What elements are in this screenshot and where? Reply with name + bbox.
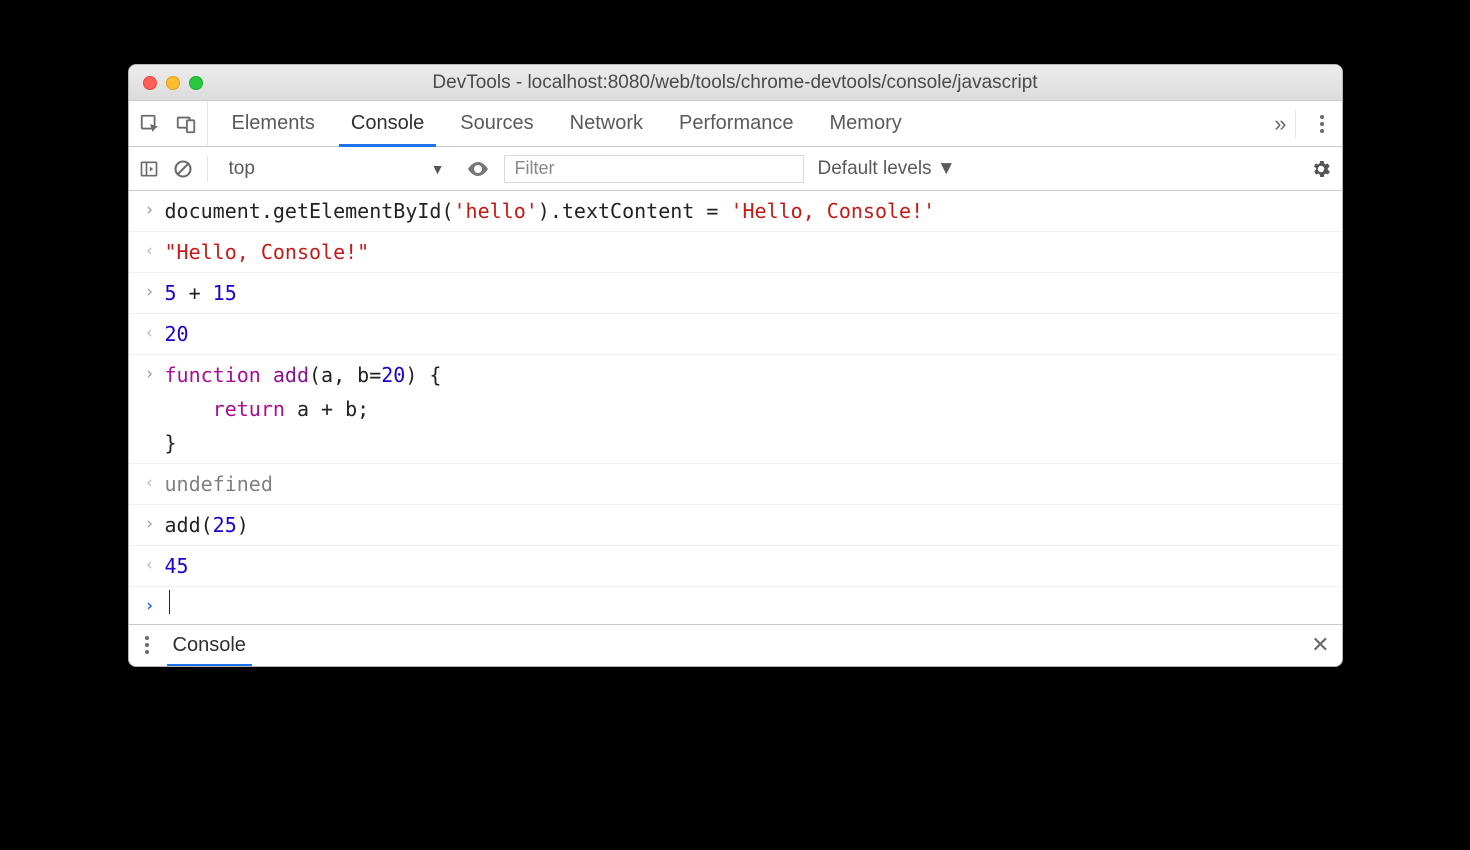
console-settings-icon[interactable] bbox=[1310, 158, 1332, 180]
input-marker-icon: › bbox=[139, 508, 161, 539]
tabs-overflow-button[interactable]: » bbox=[1274, 101, 1288, 146]
drawer-more-button[interactable] bbox=[141, 636, 153, 654]
tab-sources[interactable]: Sources bbox=[442, 101, 551, 146]
code-text: 5 + 15 bbox=[161, 276, 237, 310]
input-marker-icon: › bbox=[139, 276, 161, 307]
filter-placeholder: Filter bbox=[515, 158, 555, 179]
live-expression-icon[interactable] bbox=[466, 157, 490, 181]
console-output-row: ‹undefined bbox=[129, 464, 1342, 505]
log-levels-selector[interactable]: Default levels ▼ bbox=[818, 158, 956, 180]
console-output-row: ‹45 bbox=[129, 546, 1342, 587]
divider bbox=[1295, 109, 1296, 138]
console-output-row: ‹"Hello, Console!" bbox=[129, 232, 1342, 273]
console-input-row: ›function add(a, b=20) { return a + b; } bbox=[129, 355, 1342, 464]
window-title: DevTools - localhost:8080/web/tools/chro… bbox=[129, 72, 1342, 94]
output-marker-icon: ‹ bbox=[139, 467, 161, 498]
tab-bar: ElementsConsoleSourcesNetworkPerformance… bbox=[129, 101, 1342, 147]
tab-console[interactable]: Console bbox=[333, 101, 442, 146]
output-marker-icon: ‹ bbox=[139, 317, 161, 348]
code-text: function add(a, b=20) { return a + b; } bbox=[161, 358, 442, 460]
console-prompt-row[interactable]: › bbox=[129, 587, 1342, 624]
filter-input[interactable]: Filter bbox=[504, 155, 804, 183]
output-marker-icon: ‹ bbox=[139, 549, 161, 580]
drawer-tab-console[interactable]: Console bbox=[169, 625, 250, 666]
context-selector[interactable]: top ▼ bbox=[222, 155, 452, 183]
close-window-button[interactable] bbox=[143, 76, 157, 90]
text-caret bbox=[169, 590, 170, 614]
clear-console-icon[interactable] bbox=[173, 159, 193, 179]
console-toolbar: top ▼ Filter Default levels ▼ bbox=[129, 147, 1342, 191]
tab-bar-right bbox=[1302, 101, 1342, 146]
drawer-tab-label: Console bbox=[173, 634, 246, 657]
sidebar-toggle-icon[interactable] bbox=[139, 159, 159, 179]
zoom-window-button[interactable] bbox=[189, 76, 203, 90]
console-output: ›document.getElementById('hello').textCo… bbox=[129, 191, 1342, 624]
input-marker-icon: › bbox=[139, 358, 161, 389]
tab-list: ElementsConsoleSourcesNetworkPerformance… bbox=[208, 101, 1275, 146]
tab-elements[interactable]: Elements bbox=[214, 101, 333, 146]
console-input-row: ›5 + 15 bbox=[129, 273, 1342, 314]
input-marker-icon: › bbox=[139, 194, 161, 225]
divider bbox=[207, 156, 208, 182]
levels-label: Default levels ▼ bbox=[818, 158, 956, 180]
console-output-row: ‹20 bbox=[129, 314, 1342, 355]
window-controls bbox=[129, 76, 203, 90]
context-label: top bbox=[229, 158, 255, 180]
inspect-element-icon[interactable] bbox=[139, 113, 161, 135]
console-input[interactable] bbox=[161, 590, 170, 614]
tab-bar-left bbox=[129, 101, 208, 146]
prompt-marker-icon: › bbox=[139, 590, 161, 621]
console-input-row: ›document.getElementById('hello').textCo… bbox=[129, 191, 1342, 232]
code-text: undefined bbox=[161, 467, 273, 501]
device-toolbar-icon[interactable] bbox=[175, 113, 197, 135]
code-text: 20 bbox=[161, 317, 189, 351]
code-text: add(25) bbox=[161, 508, 249, 542]
code-text: "Hello, Console!" bbox=[161, 235, 370, 269]
tab-network[interactable]: Network bbox=[552, 101, 661, 146]
minimize-window-button[interactable] bbox=[166, 76, 180, 90]
code-text: document.getElementById('hello').textCon… bbox=[161, 194, 936, 228]
code-text: 45 bbox=[161, 549, 189, 583]
console-input-row: ›add(25) bbox=[129, 505, 1342, 546]
drawer: Console ✕ bbox=[129, 624, 1342, 666]
titlebar: DevTools - localhost:8080/web/tools/chro… bbox=[129, 65, 1342, 101]
tab-performance[interactable]: Performance bbox=[661, 101, 812, 146]
more-options-button[interactable] bbox=[1316, 115, 1328, 133]
drawer-close-icon[interactable]: ✕ bbox=[1311, 632, 1329, 658]
chevron-down-icon: ▼ bbox=[431, 161, 445, 177]
tab-memory[interactable]: Memory bbox=[812, 101, 920, 146]
output-marker-icon: ‹ bbox=[139, 235, 161, 266]
devtools-window: DevTools - localhost:8080/web/tools/chro… bbox=[128, 64, 1343, 667]
